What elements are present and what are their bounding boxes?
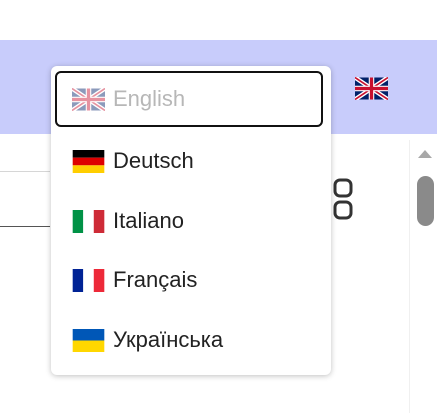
germany-flag-icon <box>72 149 105 173</box>
language-option-francais[interactable]: Français <box>51 251 331 309</box>
scrollbar-track <box>409 140 410 413</box>
grid-view-icon[interactable] <box>333 178 355 220</box>
scroll-up-arrow-icon[interactable] <box>418 150 432 158</box>
language-option-deutsch[interactable]: Deutsch <box>51 132 331 190</box>
divider <box>0 226 50 227</box>
ukraine-flag-icon <box>72 328 105 352</box>
scrollbar-thumb[interactable] <box>417 176 434 226</box>
language-option-italiano[interactable]: Italiano <box>51 192 331 250</box>
language-option-english[interactable]: English <box>55 71 323 127</box>
uk-flag-icon <box>72 87 105 111</box>
france-flag-icon <box>72 268 105 292</box>
uk-flag-icon[interactable] <box>353 75 390 102</box>
divider <box>0 171 50 172</box>
language-label: Italiano <box>113 208 184 233</box>
language-dropdown: English Deutsch Italiano Français Україн… <box>51 66 331 375</box>
language-label: Français <box>113 267 198 292</box>
language-label: English <box>113 86 186 111</box>
language-label: Українська <box>113 327 224 352</box>
language-option-ukrainian[interactable]: Українська <box>51 311 331 369</box>
italy-flag-icon <box>72 209 105 233</box>
language-label: Deutsch <box>113 148 194 173</box>
